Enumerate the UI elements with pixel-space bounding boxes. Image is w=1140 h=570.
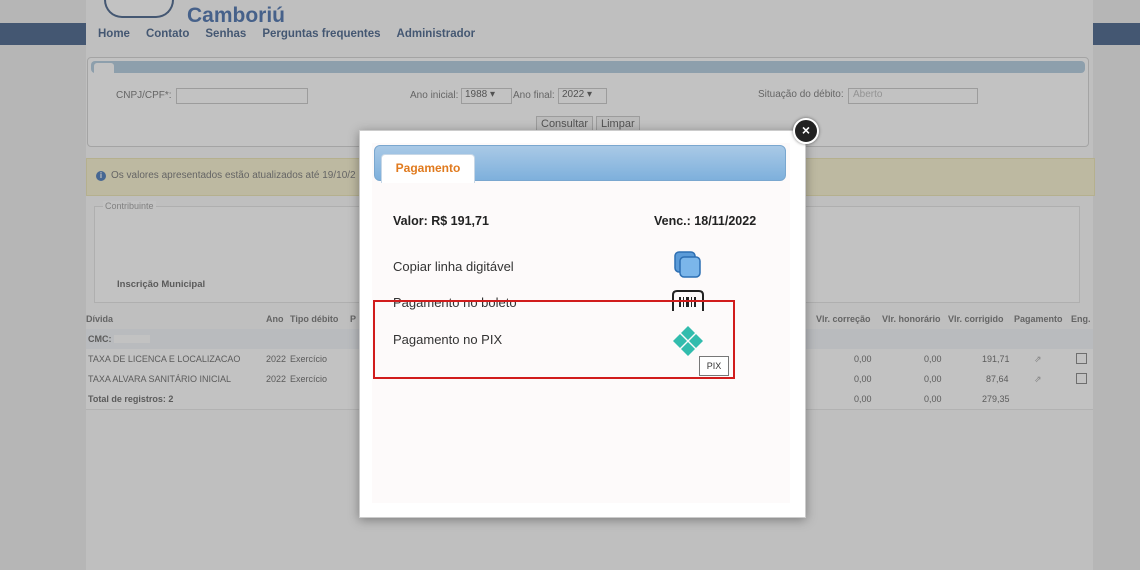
- tab-pagamento[interactable]: Pagamento: [381, 154, 475, 183]
- close-icon[interactable]: ×: [793, 118, 819, 144]
- valor-text: Valor: R$ 191,71: [393, 214, 489, 228]
- vencimento-text: Venc.: 18/11/2022: [654, 214, 757, 228]
- pix-highlight-box: [373, 300, 735, 379]
- copy-icon[interactable]: [672, 249, 704, 281]
- copiar-linha-link[interactable]: Copiar linha digitável: [393, 259, 514, 274]
- modal-tabbar: Pagamento: [374, 145, 786, 183]
